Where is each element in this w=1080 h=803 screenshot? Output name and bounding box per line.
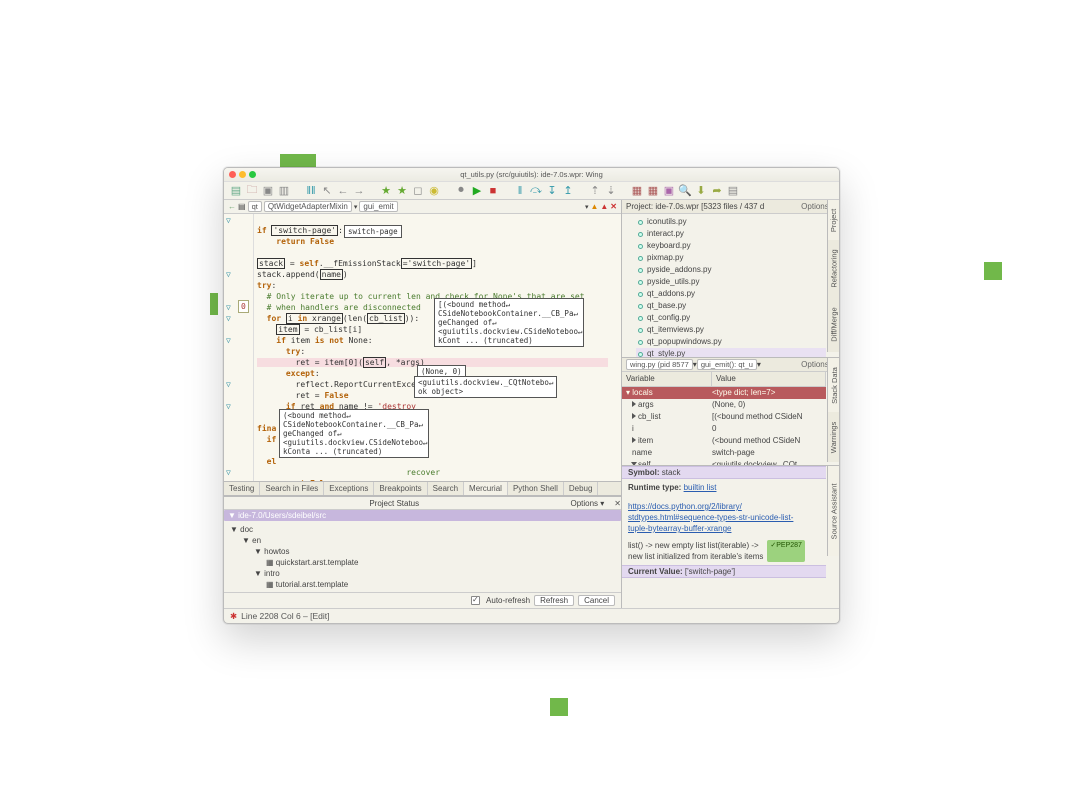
crumb-class[interactable]: QtWidgetAdapterMixin: [264, 201, 352, 212]
frameup-icon[interactable]: ⇡: [589, 185, 601, 197]
vtab-diffmerge[interactable]: Diff/Merge: [827, 296, 840, 352]
gutter[interactable]: ▽ ▽ ▽ 0 ▽ ▽ ▽ ▽ ▽: [224, 214, 254, 481]
close-panel-icon[interactable]: ✕: [614, 499, 621, 508]
run-icon[interactable]: ▶: [471, 185, 483, 197]
stepin-icon[interactable]: ↧: [546, 185, 558, 197]
star-icon[interactable]: ★: [380, 185, 392, 197]
stop2-icon[interactable]: ■: [487, 185, 499, 197]
project-file-tree[interactable]: iconutils.py interact.py keyboard.py pix…: [622, 214, 826, 357]
decor-block-2: [984, 262, 1002, 280]
editor-crumbbar: ← ▤ qt QtWidgetAdapterMixin ▾ gui_emit ▾…: [224, 200, 621, 214]
term-icon[interactable]: ▣: [663, 185, 675, 197]
warn-icon[interactable]: ▲: [590, 202, 598, 211]
bars-icon[interactable]: ‖‖: [305, 185, 317, 197]
code-editor[interactable]: ▽ ▽ ▽ 0 ▽ ▽ ▽ ▽ ▽ if 'switch-page': retu…: [224, 214, 621, 481]
tab-mercurial[interactable]: Mercurial: [464, 482, 508, 495]
hover-box-cblist: [(<bound method↵CSideNotebookContainer._…: [434, 298, 584, 347]
window-title: qt_utils.py (src/guiutils): ide-7.0s.wpr…: [460, 170, 603, 179]
err-icon[interactable]: ▲: [600, 202, 608, 211]
project-root-row[interactable]: ▼ ide-7.0/Users/sdeibel/src: [224, 510, 621, 521]
vtab-warnings[interactable]: Warnings: [827, 412, 840, 462]
sa-symbol-row: Symbol: stack: [622, 466, 826, 479]
saveall-icon[interactable]: ▥: [278, 185, 290, 197]
back-arrow-icon[interactable]: ←: [228, 202, 236, 211]
vtab-sourceassistant[interactable]: Source Assistant: [827, 466, 840, 556]
decor-block-3: [210, 293, 218, 315]
tab-testing[interactable]: Testing: [224, 482, 260, 495]
grid2-icon[interactable]: ▦: [647, 185, 659, 197]
tab-breakpoints[interactable]: Breakpoints: [374, 482, 427, 495]
project-tree[interactable]: ▼ doc ▼ en ▼ howtos ▦ quickstart.arst.te…: [224, 521, 621, 592]
rec-icon[interactable]: ⏺: [455, 185, 467, 197]
sa-runtime-type-link[interactable]: builtin list: [684, 483, 717, 492]
auto-refresh-checkbox[interactable]: [471, 596, 480, 605]
stack-variables[interactable]: VariableValue ▾ locals<type dict; len=7>…: [622, 372, 826, 465]
proj-options[interactable]: Options ▾: [564, 499, 610, 508]
framedn-icon[interactable]: ⇣: [605, 185, 617, 197]
grid1-icon[interactable]: ▦: [631, 185, 643, 197]
status-line-text: Line 2208 Col 6 – [Edit]: [241, 611, 329, 621]
close-icon[interactable]: [229, 171, 236, 178]
sa-docs-link[interactable]: https://docs.python.org/2/library/stdtyp…: [628, 502, 793, 533]
bottom-tabs: Testing Search in Files Exceptions Break…: [224, 481, 621, 496]
crumb-func[interactable]: gui_emit: [359, 201, 397, 212]
stack-crumb-fn[interactable]: gui_emit(): qt_u: [697, 359, 757, 370]
title-bar[interactable]: qt_utils.py (src/guiutils): ide-7.0s.wpr…: [224, 168, 839, 182]
hover-box-item: (<bound method↵CSideNotebookContainer.__…: [279, 409, 429, 458]
save-icon[interactable]: ▣: [262, 185, 274, 197]
proj-status-title: Project Status: [224, 499, 564, 508]
crumb-file[interactable]: qt: [248, 201, 262, 212]
stepout-icon[interactable]: ↥: [562, 185, 574, 197]
fwd2-icon[interactable]: ➦: [711, 185, 723, 197]
new-icon[interactable]: ▤: [230, 185, 242, 197]
decor-block-4: [550, 698, 568, 716]
main-toolbar: ▤ 🗀 ▣ ▥ ‖‖ ↖ ← → ★ ★ ◻ ◉ ⏺ ▶ ■ ‖ ⤼ ↧ ↥ ⇡…: [224, 182, 839, 200]
hover-box-notebo: <guiutils.dockview._CQtNotebo↵ok object>: [414, 376, 557, 398]
tab-debug[interactable]: Debug: [564, 482, 599, 495]
search-icon[interactable]: 🔍: [679, 185, 691, 197]
pause-icon[interactable]: ‖: [514, 185, 526, 197]
sa-currentvalue-row: Current Value: ['switch-page']: [622, 565, 826, 578]
traffic-lights[interactable]: [229, 171, 256, 178]
filter-icon[interactable]: ▤: [727, 185, 739, 197]
crumb-icon: ▤: [238, 202, 246, 211]
bp-icon[interactable]: ◉: [428, 185, 440, 197]
zoom-icon[interactable]: [249, 171, 256, 178]
bug-icon[interactable]: ✱: [230, 611, 237, 622]
sa-doc-text: list() -> new empty list list(iterable) …: [628, 540, 763, 562]
pep-badge: ✓PEP287: [767, 540, 805, 562]
stepover-icon[interactable]: ⤼: [530, 185, 542, 197]
pointer-icon[interactable]: ↖: [321, 185, 333, 197]
fwd-icon[interactable]: →: [353, 185, 365, 197]
tab-searchfiles[interactable]: Search in Files: [260, 482, 324, 495]
cancel-button[interactable]: Cancel: [578, 595, 615, 606]
open-icon[interactable]: 🗀: [246, 185, 258, 197]
tab-pyshell[interactable]: Python Shell: [508, 482, 564, 495]
back-icon[interactable]: ←: [337, 185, 349, 197]
tab-exceptions[interactable]: Exceptions: [324, 482, 374, 495]
project-header-title: Project: ide-7.0s.wpr [5323 files / 437 …: [626, 202, 764, 211]
project-footer: Auto-refresh Refresh Cancel: [224, 592, 621, 608]
down-icon[interactable]: ⬇: [695, 185, 707, 197]
vtab-stackdata[interactable]: Stack Data: [827, 358, 840, 412]
vtab-refactoring[interactable]: Refactoring: [827, 240, 840, 296]
auto-refresh-label: Auto-refresh: [486, 596, 530, 605]
zero-marker: 0: [238, 300, 249, 313]
hover-box-switchpage: switch-page: [344, 225, 402, 238]
app-window: qt_utils.py (src/guiutils): ide-7.0s.wpr…: [223, 167, 840, 624]
stack-crumb-file[interactable]: wing.py (pid 8577: [626, 359, 693, 370]
vtab-project[interactable]: Project: [827, 200, 840, 240]
refresh-button[interactable]: Refresh: [534, 595, 574, 606]
star2-icon[interactable]: ★: [396, 185, 408, 197]
stop-icon[interactable]: ◻: [412, 185, 424, 197]
close-editor-icon[interactable]: ✕: [610, 202, 617, 211]
status-bar: ✱ Line 2208 Col 6 – [Edit]: [224, 608, 839, 623]
minimize-icon[interactable]: [239, 171, 246, 178]
tab-search[interactable]: Search: [428, 482, 464, 495]
